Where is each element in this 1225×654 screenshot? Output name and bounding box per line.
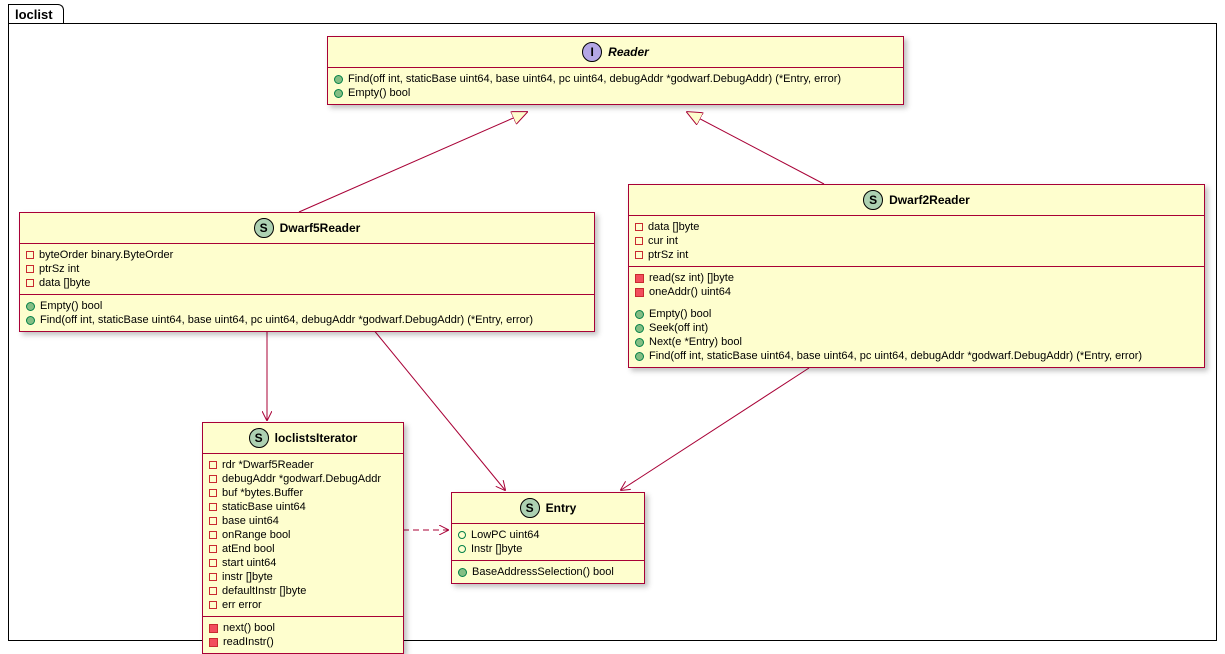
class-name: Entry	[546, 501, 577, 515]
class-name: Dwarf5Reader	[280, 221, 361, 235]
private-icon	[209, 638, 218, 647]
field: start uint64	[209, 556, 397, 570]
methods-section: Find(off int, staticBase uint64, base ui…	[328, 68, 903, 104]
field: ptrSz int	[635, 248, 1198, 262]
methods-section: read(sz int) []byte oneAddr() uint64 Emp…	[629, 267, 1204, 367]
method: BaseAddressSelection() bool	[458, 565, 638, 579]
class-name: loclistsIterator	[275, 431, 358, 445]
class-head: S Dwarf2Reader	[629, 185, 1204, 216]
method: Empty() bool	[26, 299, 588, 313]
public-icon	[334, 89, 343, 98]
public-icon	[458, 545, 466, 553]
field: LowPC uint64	[458, 528, 638, 542]
private-icon	[209, 545, 217, 553]
method: Empty() bool	[334, 86, 897, 100]
method: Find(off int, staticBase uint64, base ui…	[26, 313, 588, 327]
class-name: Dwarf2Reader	[889, 193, 970, 207]
fields-section: rdr *Dwarf5Reader debugAddr *godwarf.Deb…	[203, 454, 403, 617]
private-icon	[209, 503, 217, 511]
field: base uint64	[209, 514, 397, 528]
public-icon	[458, 568, 467, 577]
field: data []byte	[635, 220, 1198, 234]
field: Instr []byte	[458, 542, 638, 556]
method: Empty() bool	[635, 307, 1198, 321]
class-entry: S Entry LowPC uint64 Instr []byte BaseAd…	[451, 492, 645, 584]
method: Next(e *Entry) bool	[635, 335, 1198, 349]
fields-section: data []byte cur int ptrSz int	[629, 216, 1204, 267]
method: Find(off int, staticBase uint64, base ui…	[635, 349, 1198, 363]
private-icon	[209, 624, 218, 633]
methods-section: BaseAddressSelection() bool	[452, 561, 644, 583]
public-icon	[635, 310, 644, 319]
struct-icon: S	[520, 498, 540, 518]
struct-icon: S	[249, 428, 269, 448]
field: instr []byte	[209, 570, 397, 584]
class-name: Reader	[608, 45, 649, 59]
private-icon	[209, 601, 217, 609]
field: byteOrder binary.ByteOrder	[26, 248, 588, 262]
package-tab: loclist	[8, 4, 64, 25]
private-icon	[635, 251, 643, 259]
field: data []byte	[26, 276, 588, 290]
class-head: S loclistsIterator	[203, 423, 403, 454]
private-icon	[635, 223, 643, 231]
method: next() bool	[209, 621, 397, 635]
diagram-canvas: loclist	[0, 0, 1225, 649]
interface-icon: I	[582, 42, 602, 62]
package-body: I Reader Find(off int, staticBase uint64…	[8, 23, 1217, 641]
private-icon	[209, 573, 217, 581]
class-locliststiterator: S loclistsIterator rdr *Dwarf5Reader deb…	[202, 422, 404, 654]
public-icon	[334, 75, 343, 84]
field: rdr *Dwarf5Reader	[209, 458, 397, 472]
method: read(sz int) []byte	[635, 271, 1198, 285]
private-icon	[209, 475, 217, 483]
fields-section: LowPC uint64 Instr []byte	[452, 524, 644, 561]
field: staticBase uint64	[209, 500, 397, 514]
private-icon	[635, 288, 644, 297]
field: debugAddr *godwarf.DebugAddr	[209, 472, 397, 486]
private-icon	[635, 237, 643, 245]
private-icon	[26, 251, 34, 259]
field: buf *bytes.Buffer	[209, 486, 397, 500]
private-icon	[209, 461, 217, 469]
public-icon	[26, 316, 35, 325]
private-icon	[209, 531, 217, 539]
field: err error	[209, 598, 397, 612]
field: cur int	[635, 234, 1198, 248]
methods-section: next() bool readInstr()	[203, 617, 403, 653]
method: Seek(off int)	[635, 321, 1198, 335]
private-icon	[209, 517, 217, 525]
class-head: S Dwarf5Reader	[20, 213, 594, 244]
field: ptrSz int	[26, 262, 588, 276]
public-icon	[458, 531, 466, 539]
class-reader: I Reader Find(off int, staticBase uint64…	[327, 36, 904, 105]
method: Find(off int, staticBase uint64, base ui…	[334, 72, 897, 86]
public-icon	[635, 338, 644, 347]
class-head: S Entry	[452, 493, 644, 524]
private-icon	[635, 274, 644, 283]
field: onRange bool	[209, 528, 397, 542]
public-icon	[26, 302, 35, 311]
package-name: loclist	[15, 7, 53, 22]
public-icon	[635, 352, 644, 361]
class-head-reader: I Reader	[328, 37, 903, 68]
class-dwarf5reader: S Dwarf5Reader byteOrder binary.ByteOrde…	[19, 212, 595, 332]
field: defaultInstr []byte	[209, 584, 397, 598]
private-icon	[26, 265, 34, 273]
methods-section: Empty() bool Find(off int, staticBase ui…	[20, 295, 594, 331]
private-icon	[209, 587, 217, 595]
method: readInstr()	[209, 635, 397, 649]
struct-icon: S	[863, 190, 883, 210]
private-icon	[209, 489, 217, 497]
class-dwarf2reader: S Dwarf2Reader data []byte cur int ptrSz…	[628, 184, 1205, 368]
private-icon	[209, 559, 217, 567]
public-icon	[635, 324, 644, 333]
private-icon	[26, 279, 34, 287]
method: oneAddr() uint64	[635, 285, 1198, 299]
fields-section: byteOrder binary.ByteOrder ptrSz int dat…	[20, 244, 594, 295]
struct-icon: S	[254, 218, 274, 238]
field: atEnd bool	[209, 542, 397, 556]
package-loclist: loclist	[8, 4, 1217, 641]
